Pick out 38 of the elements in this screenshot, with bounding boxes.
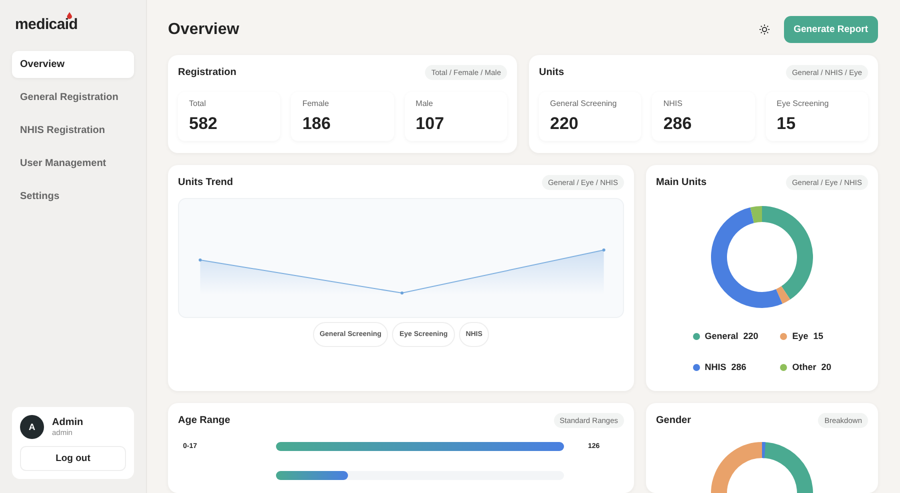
sidebar-item[interactable]: Overview xyxy=(12,51,134,78)
sun-icon[interactable] xyxy=(758,24,770,35)
card-title: Registration xyxy=(178,67,236,78)
stat-value: 286 xyxy=(663,114,693,134)
stat-label: Female xyxy=(302,99,330,108)
sidebar-item[interactable]: Settings xyxy=(12,183,134,210)
user-name: Admin xyxy=(52,417,84,428)
card-title: Main Units xyxy=(656,177,707,188)
card-title: Units xyxy=(539,67,564,78)
stat-value: 220 xyxy=(550,114,580,134)
logo: medicaid xyxy=(15,16,78,33)
legend-value: 286 xyxy=(731,362,746,372)
legend-value: 15 xyxy=(813,331,824,342)
stat-label: Total xyxy=(189,99,207,108)
stat-value: 15 xyxy=(776,114,797,134)
card-title: Age Range xyxy=(178,415,230,426)
stat-value: 107 xyxy=(416,114,446,134)
card-title: Gender xyxy=(656,415,692,426)
legend-label: NHIS xyxy=(704,362,726,372)
user-avatar: A xyxy=(20,415,44,439)
sidebar-item[interactable]: NHIS Registration xyxy=(12,117,134,144)
stat-value: 582 xyxy=(189,114,218,134)
legend-value: 220 xyxy=(743,331,758,342)
stat-label: Male xyxy=(416,99,434,108)
card-title: Units Trend xyxy=(178,177,234,188)
sidebar-item[interactable]: User Management xyxy=(12,150,134,177)
logout-button[interactable]: Log out xyxy=(20,446,126,471)
legend-label: Other xyxy=(792,362,816,372)
legend-label: General xyxy=(704,331,738,342)
sidebar-item[interactable]: General Registration xyxy=(12,84,134,111)
page-title: Overview xyxy=(168,20,240,38)
stat-label: General Screening xyxy=(550,99,618,108)
drop-icon xyxy=(66,12,72,19)
stat-label: Eye Screening xyxy=(776,99,830,108)
legend-value: 20 xyxy=(821,362,832,372)
stat-value: 186 xyxy=(302,114,332,134)
legend-label: Eye xyxy=(792,331,808,342)
stat-label: NHIS xyxy=(663,99,684,108)
